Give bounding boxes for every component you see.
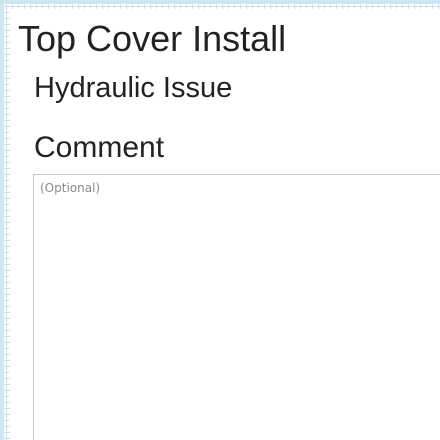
comment-label: Comment [34,131,165,164]
form-panel: Top Cover Install Hydraulic Issue Commen… [10,9,440,440]
page-title: Top Cover Install [18,18,287,59]
comment-textarea[interactable] [33,174,440,440]
issue-title: Hydraulic Issue [34,72,233,104]
window-top-border [0,0,440,4]
window-left-border [0,0,4,440]
